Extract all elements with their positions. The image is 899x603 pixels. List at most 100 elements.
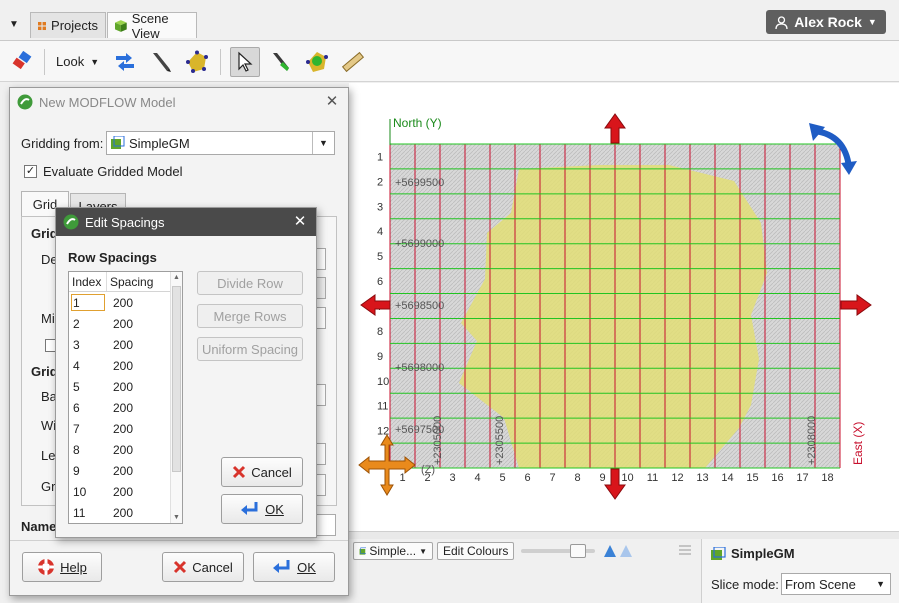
merge-rows-button[interactable]: Merge Rows: [197, 304, 303, 328]
look-menu-button[interactable]: Look ▼: [56, 54, 99, 70]
green-points-button[interactable]: [302, 47, 332, 77]
edit-colours-button[interactable]: Edit Colours: [437, 542, 515, 560]
user-icon: [775, 15, 788, 29]
row-index: 1: [69, 292, 107, 313]
arrow-right-icon[interactable]: [840, 294, 872, 316]
x-tick: +2305000: [432, 416, 444, 465]
row-spacing: 200: [113, 400, 134, 415]
y-tick: +5699500: [395, 177, 444, 189]
spinner-edge[interactable]: [316, 277, 326, 299]
uniform-spacing-button[interactable]: Uniform Spacing: [197, 337, 303, 361]
column-label: 4: [474, 472, 480, 484]
name-input[interactable]: [316, 514, 336, 536]
column-label: 6: [524, 472, 530, 484]
slice-mode-select[interactable]: From Scene ▼: [781, 573, 891, 595]
scrollbar-thumb[interactable]: [172, 286, 181, 472]
list-icon[interactable]: [679, 544, 691, 561]
spacings-cancel-label: Cancel: [251, 464, 292, 480]
eraser-tool-button[interactable]: [8, 47, 38, 77]
grid-section-label: Grid: [31, 226, 58, 241]
table-row[interactable]: 1 200: [69, 292, 182, 313]
row-spacing: 200: [113, 463, 134, 478]
column-label: 10: [621, 472, 633, 484]
row-index: 9: [73, 463, 80, 478]
grid-viewport[interactable]: 123456789101112 123456789101112131415161…: [349, 83, 899, 531]
table-row[interactable]: 4 200: [69, 355, 182, 376]
tab-projects-label: Projects: [51, 18, 98, 33]
move-view-button[interactable]: [110, 47, 140, 77]
table-row[interactable]: 11 200: [69, 502, 182, 523]
y-tick: +5698000: [395, 362, 444, 374]
top-bar: ▼ Projects Scene View Alex Rock ▼: [0, 0, 899, 41]
table-body: 1 200 2 200 3 200 4 200 5 200 6 200 7 200 8 200 9 200 10 20…: [69, 292, 182, 523]
arrow-left-icon[interactable]: [360, 294, 391, 316]
column-label: 16: [771, 472, 783, 484]
table-row[interactable]: 7 200: [69, 418, 182, 439]
row-label: 1: [377, 151, 383, 163]
toolbar: Look ▼: [0, 40, 899, 82]
table-row[interactable]: 3 200: [69, 334, 182, 355]
horizontal-splitter[interactable]: [349, 531, 899, 539]
row-index: 7: [73, 421, 80, 436]
y-tick: +5699000: [395, 238, 444, 250]
properties-header: SimpleGM: [710, 546, 795, 561]
blue-triangle-icon[interactable]: [603, 544, 633, 561]
green-pen-button[interactable]: [266, 47, 296, 77]
row-spacing: 200: [113, 316, 134, 331]
arrow-up-icon[interactable]: [604, 113, 626, 144]
chevron-down-icon: ▼: [90, 57, 100, 67]
user-menu-button[interactable]: Alex Rock ▼: [766, 10, 886, 34]
ruler-tool-button[interactable]: [338, 47, 368, 77]
row-spacing: 200: [113, 484, 134, 499]
tab-projects[interactable]: Projects: [30, 12, 106, 38]
close-icon[interactable]: ✕: [324, 94, 340, 110]
gridding-from-select[interactable]: SimpleGM ▼: [106, 131, 335, 155]
select-tool-button[interactable]: [230, 47, 260, 77]
evaluate-checkbox[interactable]: ✓: [24, 165, 37, 178]
close-icon[interactable]: ✕: [292, 214, 308, 230]
chevron-down-icon: ▼: [419, 546, 427, 556]
look-label: Look: [56, 54, 85, 69]
uniform-spacing-label: Uniform Spacing: [201, 341, 299, 357]
column-label: 7: [549, 472, 555, 484]
table-row[interactable]: 9 200: [69, 460, 182, 481]
grid-section-label: Grid: [31, 364, 58, 379]
row-label: 6: [377, 276, 383, 288]
tab-scene-view[interactable]: Scene View: [107, 10, 197, 41]
spinner-edge[interactable]: [316, 474, 326, 496]
spinner-edge[interactable]: [316, 384, 326, 406]
partial-label: Gr: [41, 479, 56, 494]
column-label: 12: [671, 472, 683, 484]
opacity-slider-handle[interactable]: [570, 544, 586, 558]
row-label: 4: [377, 226, 383, 238]
spinner-edge[interactable]: [316, 307, 326, 329]
table-row[interactable]: 2 200: [69, 313, 182, 334]
model-icon: [711, 546, 726, 560]
object-select[interactable]: Simple... ▼: [353, 542, 433, 560]
table-row[interactable]: 5 200: [69, 376, 182, 397]
row-spacings-table[interactable]: Index Spacing 1 200 2 200 3 200 4 200 5 200 6 200 7 2…: [68, 271, 183, 524]
properties-title: SimpleGM: [731, 546, 795, 561]
draw-line-button[interactable]: [146, 47, 176, 77]
scene-view[interactable]: 123456789101112 123456789101112131415161…: [349, 83, 899, 531]
menu-dropdown-icon[interactable]: ▼: [6, 14, 22, 34]
points-tool-button[interactable]: [182, 47, 212, 77]
ok-button[interactable]: OK: [253, 552, 335, 582]
table-row[interactable]: 6 200: [69, 397, 182, 418]
cancel-button[interactable]: Cancel: [162, 552, 244, 582]
table-scrollbar[interactable]: ▲ ▼: [170, 272, 182, 523]
help-button[interactable]: Help: [22, 552, 102, 582]
divide-row-button[interactable]: Divide Row: [197, 271, 303, 295]
table-row[interactable]: 10 200: [69, 481, 182, 502]
column-label: 5: [499, 472, 505, 484]
spinner-edge[interactable]: [316, 248, 326, 270]
column-header-spacing: Spacing: [110, 274, 154, 289]
spacings-ok-button[interactable]: OK: [221, 494, 303, 524]
spacings-cancel-button[interactable]: Cancel: [221, 457, 303, 487]
table-header: Index Spacing: [69, 272, 182, 292]
move-arrows-icon: [116, 53, 134, 71]
spinner-edge[interactable]: [316, 443, 326, 465]
table-row[interactable]: 8 200: [69, 439, 182, 460]
column-label: 17: [796, 472, 808, 484]
tab-scene-view-label: Scene View: [131, 10, 169, 41]
